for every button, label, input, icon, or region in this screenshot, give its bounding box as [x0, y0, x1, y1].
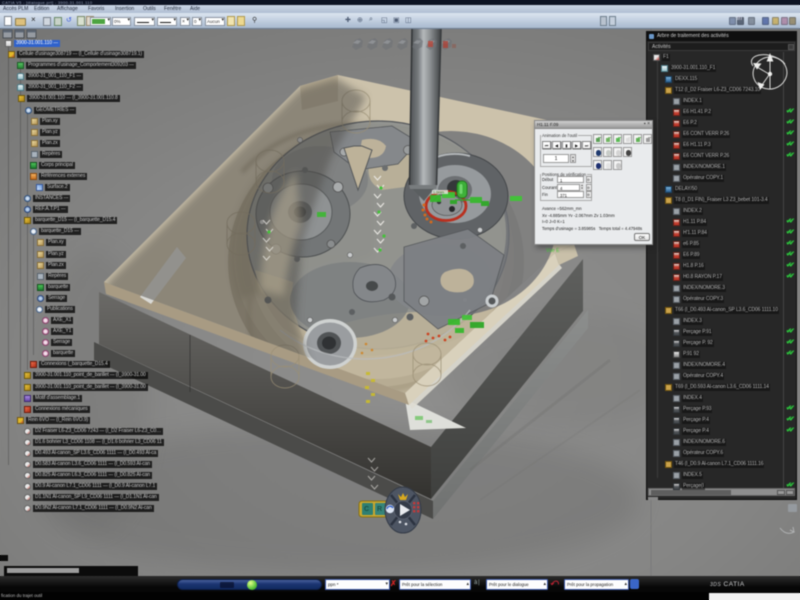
svg-text:Vue E: Vue E: [546, 248, 560, 254]
svg-text:R: R: [377, 506, 382, 513]
svg-text:1.0mm: 1.0mm: [433, 191, 444, 195]
svg-text:C: C: [364, 506, 369, 513]
